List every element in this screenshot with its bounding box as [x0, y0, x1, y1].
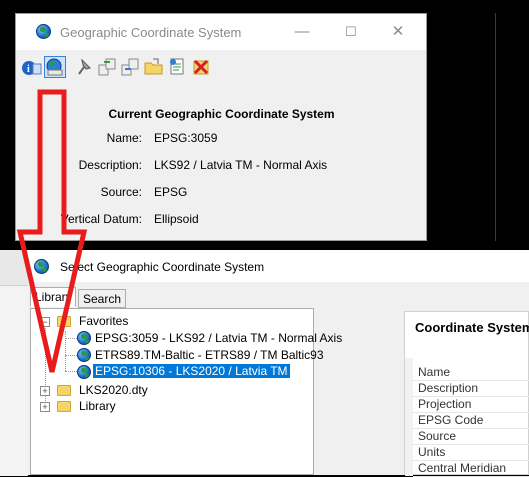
- globe-icon: [77, 331, 91, 345]
- prop-epsg-code: EPSG Code: [413, 412, 529, 429]
- expand-toggle[interactable]: +: [40, 402, 50, 412]
- geographic-coordinate-system-window: Geographic Coordinate System — ☐ ✕ i Cur…: [15, 13, 427, 241]
- window-title-2: Select Geographic Coordinate System: [60, 260, 265, 274]
- tree-line: [65, 355, 77, 356]
- collapse-toggle[interactable]: −: [40, 317, 50, 327]
- globe-icon: [34, 259, 49, 274]
- prop-units: Units: [413, 444, 529, 461]
- transfer2-icon[interactable]: [119, 56, 141, 78]
- source-label: Source:: [100, 185, 142, 199]
- tab-search[interactable]: Search: [78, 289, 126, 308]
- toolbar: i: [16, 50, 426, 82]
- info-heading: Current Geographic Coordinate System: [108, 107, 335, 121]
- tree-line: [65, 331, 66, 371]
- select-coordinate-system-window: Select Geographic Coordinate System Libr…: [28, 250, 529, 477]
- panel-heading: Coordinate System: [415, 320, 529, 335]
- globe-icon: [77, 365, 91, 379]
- source-value: EPSG: [154, 185, 188, 199]
- description-value: LKS92 / Latvia TM - Normal Axis: [154, 158, 328, 172]
- close-button[interactable]: ✕: [388, 22, 408, 42]
- tree-item-epsg3059[interactable]: EPSG:3059 - LKS92 / Latvia TM - Normal A…: [95, 331, 342, 345]
- props-gutter: [405, 358, 413, 476]
- tree-item-epsg10306-selected[interactable]: EPSG:10306 - LKS2020 / Latvia TM: [93, 364, 290, 378]
- name-label: Name:: [106, 131, 142, 145]
- document-icon[interactable]: [166, 56, 188, 78]
- globe-icon: [77, 348, 91, 362]
- tree-lks2020-dty[interactable]: LKS2020.dty: [79, 383, 148, 397]
- maximize-button[interactable]: ☐: [341, 22, 361, 42]
- description-label: Description:: [78, 158, 142, 172]
- info-icon[interactable]: i: [21, 56, 43, 78]
- divider: [495, 13, 496, 241]
- background-panel-lower: [0, 285, 28, 476]
- folder-icon: [57, 316, 71, 327]
- info-panel: Current Geographic Coordinate System Nam…: [24, 93, 419, 237]
- prop-projection: Projection: [413, 396, 529, 413]
- prop-name: Name: [413, 364, 529, 381]
- delete-icon[interactable]: [190, 56, 212, 78]
- tree-line: [65, 338, 77, 339]
- tab-library[interactable]: Library: [30, 287, 76, 307]
- globe-icon: [36, 24, 51, 39]
- vertical-datum-value: Ellipsoid: [154, 212, 199, 226]
- svg-text:i: i: [27, 64, 30, 75]
- prop-source: Source: [413, 428, 529, 445]
- window-title: Geographic Coordinate System: [60, 25, 242, 40]
- minimize-button[interactable]: —: [292, 22, 312, 42]
- expand-toggle[interactable]: +: [40, 386, 50, 396]
- folder-open-icon[interactable]: [143, 56, 165, 78]
- vertical-datum-label: Vertical Datum:: [60, 212, 142, 226]
- folder-icon: [57, 385, 71, 396]
- tree-library[interactable]: Library: [79, 399, 116, 413]
- prop-central-meridian: Central Meridian: [413, 460, 529, 477]
- tree-item-etrs89[interactable]: ETRS89.TM-Baltic - ETRS89 / TM Baltic93: [95, 348, 324, 362]
- tree-view[interactable]: − Favorites EPSG:3059 - LKS92 / Latvia T…: [30, 308, 342, 475]
- title-bar[interactable]: Geographic Coordinate System — ☐ ✕: [16, 14, 426, 50]
- tree-favorites[interactable]: Favorites: [79, 314, 128, 328]
- prop-description: Description: [413, 380, 529, 397]
- transfer-icon[interactable]: [96, 56, 118, 78]
- folder-icon: [57, 401, 71, 412]
- tree-line: [65, 371, 77, 372]
- properties-panel: Coordinate System Name Description Proje…: [404, 311, 529, 477]
- globe-button[interactable]: [44, 56, 66, 78]
- pin-icon[interactable]: [73, 56, 95, 78]
- name-value: EPSG:3059: [154, 131, 218, 145]
- title-bar-2[interactable]: Select Geographic Coordinate System: [28, 250, 529, 282]
